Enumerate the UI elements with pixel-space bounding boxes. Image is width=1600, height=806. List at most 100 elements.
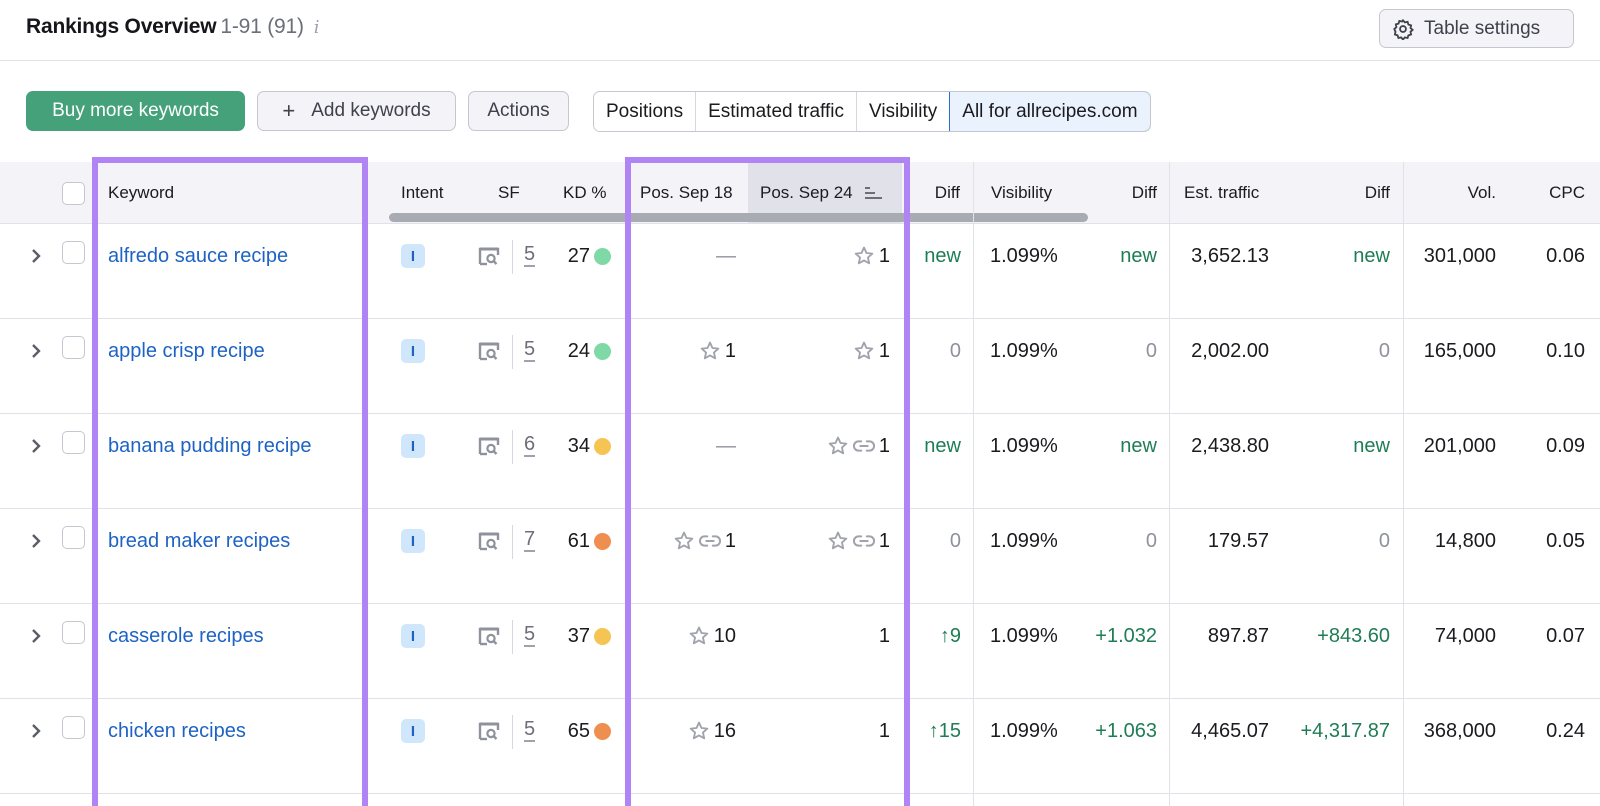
serp-features-icon — [478, 722, 500, 741]
cpc-value: 0.09 — [1546, 434, 1585, 457]
kd-indicator-dot — [594, 438, 611, 455]
kd-indicator-dot — [594, 248, 611, 265]
visibility-diff: new — [1120, 244, 1157, 267]
column-header-volume[interactable]: Vol. — [1430, 162, 1496, 224]
select-all-checkbox[interactable] — [62, 182, 85, 205]
table-settings-button[interactable]: Table settings — [1379, 9, 1574, 48]
serp-features-button[interactable] — [478, 509, 500, 573]
est-traffic-value: 2,002.00 — [1191, 339, 1269, 362]
expand-row-chevron-icon[interactable] — [30, 699, 50, 763]
est-traffic-value: 4,465.07 — [1191, 719, 1269, 742]
visibility-diff: +1.063 — [1095, 719, 1157, 742]
expand-row-chevron-icon[interactable] — [30, 414, 50, 478]
serp-features-button[interactable] — [478, 319, 500, 383]
intent-badge[interactable]: I — [401, 719, 425, 743]
est-traffic-diff: 0 — [1378, 529, 1390, 552]
search-volume: 74,000 — [1434, 624, 1496, 647]
sf-divider — [512, 525, 513, 559]
add-keywords-label: Add keywords — [311, 100, 431, 121]
row-checkbox[interactable] — [62, 621, 85, 644]
visibility-diff: 0 — [1145, 529, 1157, 552]
info-icon[interactable]: i — [314, 17, 320, 38]
est-traffic-diff: new — [1353, 434, 1390, 457]
sf-divider — [512, 335, 513, 369]
keyword-difficulty: 27 — [567, 244, 590, 267]
column-header-cpc[interactable]: CPC — [1530, 162, 1585, 224]
serp-features-count[interactable]: 5 — [524, 623, 536, 647]
serp-features-icon — [478, 247, 500, 266]
column-header-visibility-diff[interactable]: Diff — [1100, 162, 1157, 224]
table-settings-label: Table settings — [1424, 17, 1541, 39]
kd-indicator-dot — [594, 343, 611, 360]
highlight-position-columns — [625, 157, 910, 806]
add-keywords-button[interactable]: + Add keywords — [257, 91, 456, 131]
row-checkbox[interactable] — [62, 431, 85, 454]
est-traffic-value: 2,438.80 — [1191, 434, 1269, 457]
serp-features-button[interactable] — [478, 604, 500, 668]
tab-visibility[interactable]: Visibility — [856, 92, 951, 131]
keyword-difficulty: 37 — [567, 624, 590, 647]
row-checkbox[interactable] — [62, 526, 85, 549]
sf-divider — [512, 620, 513, 654]
search-volume: 165,000 — [1423, 339, 1496, 362]
keyword-difficulty: 65 — [567, 719, 590, 742]
expand-row-chevron-icon[interactable] — [30, 224, 50, 288]
visibility-value: 1.099% — [990, 339, 1058, 362]
kd-indicator-dot — [594, 533, 611, 550]
title-text: Rankings Overview — [26, 15, 217, 38]
intent-badge[interactable]: I — [401, 529, 425, 553]
serp-features-count[interactable]: 5 — [524, 718, 536, 742]
buy-more-keywords-button[interactable]: Buy more keywords — [26, 91, 245, 131]
intent-badge[interactable]: I — [401, 339, 425, 363]
serp-features-icon — [478, 437, 500, 456]
row-checkbox[interactable] — [62, 336, 85, 359]
expand-row-chevron-icon[interactable] — [30, 604, 50, 668]
column-header-traffic-diff[interactable]: Diff — [1330, 162, 1390, 224]
row-checkbox[interactable] — [62, 241, 85, 264]
serp-features-count[interactable]: 7 — [524, 528, 536, 552]
cpc-value: 0.06 — [1546, 244, 1585, 267]
tab-estimated-traffic[interactable]: Estimated traffic — [696, 92, 857, 131]
expand-row-chevron-icon[interactable] — [30, 509, 50, 573]
serp-features-count[interactable]: 5 — [524, 338, 536, 362]
serp-features-icon — [478, 627, 500, 646]
serp-features-count[interactable]: 6 — [524, 433, 536, 457]
tab-all-for-domain[interactable]: All for allrecipes.com — [949, 92, 1150, 131]
visibility-diff: new — [1120, 434, 1157, 457]
cpc-value: 0.07 — [1546, 624, 1585, 647]
keyword-difficulty: 61 — [567, 529, 590, 552]
est-traffic-diff: new — [1353, 244, 1390, 267]
serp-features-button[interactable] — [478, 699, 500, 763]
page-header: Rankings Overview 1-91 (91) i Table settin… — [0, 0, 1600, 61]
visibility-value: 1.099% — [990, 529, 1058, 552]
est-traffic-diff: +843.60 — [1317, 624, 1390, 647]
visibility-value: 1.099% — [990, 244, 1058, 267]
intent-badge[interactable]: I — [401, 244, 425, 268]
sf-divider — [512, 240, 513, 274]
visibility-value: 1.099% — [990, 719, 1058, 742]
gear-icon — [1393, 18, 1414, 40]
est-traffic-diff: +4,317.87 — [1300, 719, 1390, 742]
intent-badge[interactable]: I — [401, 624, 425, 648]
result-range: 1-91 (91) — [220, 15, 304, 38]
visibility-value: 1.099% — [990, 624, 1058, 647]
page-title: Rankings Overview 1-91 (91) i — [26, 15, 320, 39]
view-segmented-control: Positions Estimated traffic Visibility A… — [593, 91, 1151, 132]
cpc-value: 0.10 — [1546, 339, 1585, 362]
row-checkbox[interactable] — [62, 716, 85, 739]
serp-features-count[interactable]: 5 — [524, 243, 536, 267]
intent-badge[interactable]: I — [401, 434, 425, 458]
sf-divider — [512, 430, 513, 464]
expand-row-chevron-icon[interactable] — [30, 319, 50, 383]
serp-features-button[interactable] — [478, 414, 500, 478]
column-header-est-traffic[interactable]: Est. traffic — [1184, 162, 1259, 224]
est-traffic-value: 179.57 — [1207, 529, 1269, 552]
keyword-difficulty: 34 — [567, 434, 590, 457]
tab-positions[interactable]: Positions — [594, 92, 697, 131]
actions-button[interactable]: Actions — [468, 91, 569, 131]
search-volume: 301,000 — [1423, 244, 1496, 267]
search-volume: 14,800 — [1434, 529, 1496, 552]
visibility-diff: 0 — [1145, 339, 1157, 362]
serp-features-button[interactable] — [478, 224, 500, 288]
plus-icon: + — [282, 98, 296, 123]
